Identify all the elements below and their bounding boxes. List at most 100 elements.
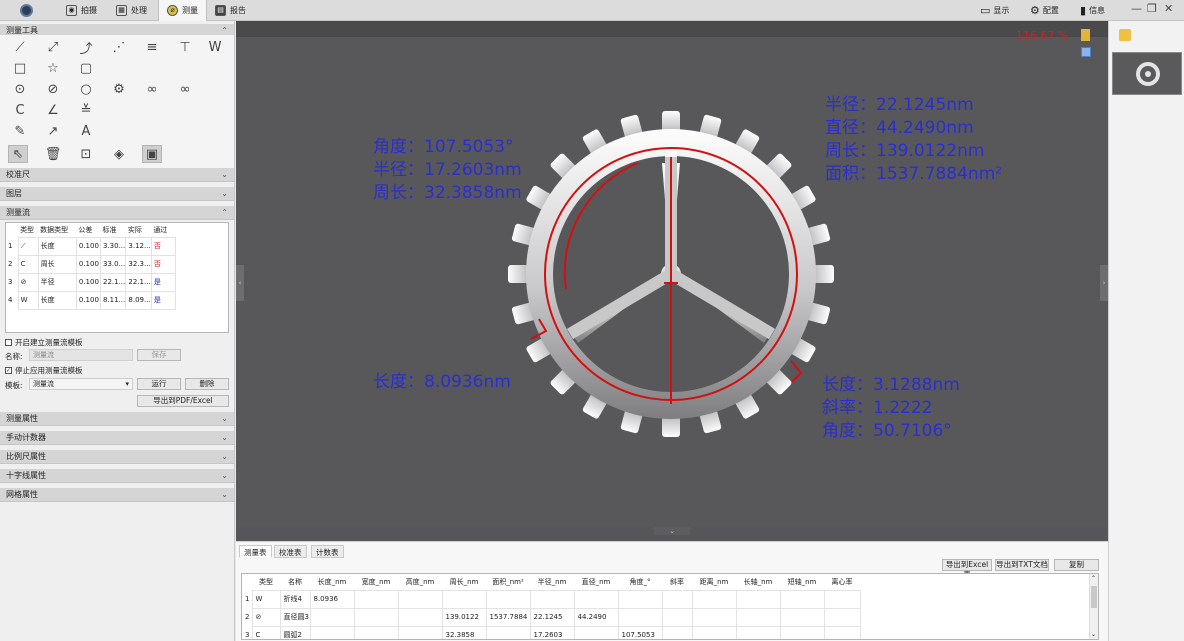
template-name-input[interactable]: 测量流: [29, 349, 133, 361]
collapse-bottom-handle[interactable]: ⌄: [654, 527, 690, 535]
column-header[interactable]: 斜率: [662, 574, 692, 590]
column-header[interactable]: 宽度_nm: [354, 574, 398, 590]
polygon-tool-icon[interactable]: ☆: [43, 59, 63, 77]
column-header[interactable]: 面积_nm²: [486, 574, 530, 590]
export-pdf-excel-button[interactable]: 导出到PDF/Excel: [137, 395, 229, 407]
close-button[interactable]: ✕: [1164, 2, 1173, 15]
pen-tool-icon[interactable]: ✎: [10, 122, 30, 140]
column-header[interactable]: 角度_°: [618, 574, 662, 590]
scroll-down-icon[interactable]: ⌄: [1091, 631, 1096, 638]
tab-count-table[interactable]: 计数表: [311, 545, 344, 558]
arc-tool-icon[interactable]: C: [10, 101, 30, 119]
export-excel-button[interactable]: 导出到Excel表: [942, 559, 992, 579]
flow-table-row[interactable]: 3 ⊘ 半径 0.100 22.1... 22.1... 是: [6, 272, 177, 292]
polyline-tool-icon[interactable]: ⋰: [109, 38, 129, 56]
column-header[interactable]: 名称: [280, 574, 310, 590]
annotation-circle-measure: 半径：22.1245nm 直径：44.2490nm 周长：139.0122nm …: [825, 95, 1003, 184]
restore-button[interactable]: ❐: [1147, 2, 1157, 15]
column-header[interactable]: 直径_nm: [574, 574, 618, 590]
measure-tools-grid: ⟋ ⤢ ⤴ ⋰ ≡ ⊤ W □ ☆ ▢ ⊙ ⊘ ○ ⚙ ∞ ∞ C ∠ ≚ ✎ …: [0, 35, 234, 168]
create-template-checkbox[interactable]: 开启建立测量流模板: [5, 337, 83, 348]
tab-measure-table[interactable]: 测量表: [239, 545, 272, 558]
table-row[interactable]: 3 C 圆弧2 32.3858 17.2603 107.5053: [242, 625, 861, 639]
section-measure-flow[interactable]: 测量流 ⌃: [0, 206, 234, 220]
curve-tool-icon[interactable]: ⤴: [76, 38, 96, 57]
arrow-tool-icon[interactable]: ↗: [43, 122, 63, 140]
zigzag-tool-icon[interactable]: W: [205, 38, 225, 56]
two-circle-tool-icon[interactable]: ∞: [142, 80, 162, 98]
table-row[interactable]: 1 W 折线4 8.0936: [242, 589, 861, 609]
diameter-circle-tool-icon[interactable]: ⊘: [43, 80, 63, 98]
folder-icon[interactable]: [1119, 29, 1131, 41]
column-header[interactable]: 类型: [252, 574, 280, 590]
snapshot-tool-icon[interactable]: ▣: [142, 145, 162, 163]
section-grid-props[interactable]: 网格属性 ⌄: [0, 488, 234, 502]
template-select[interactable]: 测量流 ▾: [29, 378, 133, 390]
table-cell: 44.2490: [573, 607, 619, 627]
perpendicular-tool-icon[interactable]: ⊤: [175, 38, 195, 56]
text-tool-icon[interactable]: A: [76, 122, 96, 140]
column-header[interactable]: 高度_nm: [398, 574, 442, 590]
collapse-left-handle[interactable]: ‹: [236, 265, 244, 301]
circle-tool-icon[interactable]: ○: [76, 80, 96, 98]
circle-distance-tool-icon[interactable]: ∞: [175, 80, 195, 98]
export-txt-button[interactable]: 导出到TXT文档: [995, 559, 1049, 571]
section-layers[interactable]: 图层 ⌄: [0, 187, 234, 201]
section-measure-props[interactable]: 测量属性 ⌄: [0, 412, 234, 426]
concentric-tool-icon[interactable]: ⚙: [109, 80, 129, 98]
parallel-lines-tool-icon[interactable]: ≡: [142, 38, 162, 56]
eraser-tool-icon[interactable]: ◈: [109, 145, 129, 163]
delete-tool-icon[interactable]: 🗑: [43, 145, 63, 163]
collapse-right-handle[interactable]: ›: [1100, 265, 1108, 301]
tab-calibration-table[interactable]: 校准表: [274, 545, 307, 558]
column-header[interactable]: 半径_nm: [530, 574, 574, 590]
delete-button[interactable]: 删除: [185, 378, 229, 390]
display-button[interactable]: ▭ 显示: [980, 0, 1009, 21]
config-button[interactable]: ⚙ 配置: [1030, 0, 1059, 21]
column-header[interactable]: 离心率: [824, 574, 860, 590]
table-cell: [779, 589, 825, 609]
minimize-button[interactable]: —: [1131, 2, 1142, 15]
circle-center-tool-icon[interactable]: ⊙: [10, 80, 30, 98]
scroll-thumb[interactable]: [1091, 586, 1097, 608]
delete-all-tool-icon[interactable]: ⊡: [76, 145, 96, 163]
flow-table-row[interactable]: 4 W 长度 0.100 8.11... 8.09... 是: [6, 290, 177, 310]
info-button[interactable]: ▮ 信息: [1080, 0, 1105, 21]
run-button[interactable]: 运行: [137, 378, 181, 390]
table-cell: [661, 625, 693, 639]
column-header[interactable]: 短轴_nm: [780, 574, 824, 590]
rounded-rect-tool-icon[interactable]: ▢: [76, 59, 96, 77]
column-header[interactable]: 周长_nm: [442, 574, 486, 590]
flow-table-row[interactable]: 2 C 周长 0.100 33.0... 32.3... 否: [6, 254, 177, 274]
section-calibration[interactable]: 校准尺 ⌄: [0, 168, 234, 182]
tab-report[interactable]: ▤ 报告: [207, 0, 254, 21]
line-tool-icon[interactable]: ⟋: [10, 38, 30, 56]
flow-table-row[interactable]: 1 ⟋ 长度 0.100 3.30... 3.12... 否: [6, 236, 177, 256]
arrow-line-tool-icon[interactable]: ⤢: [43, 38, 63, 56]
section-manual-counter[interactable]: 手动计数器 ⌄: [0, 431, 234, 445]
type-icon: ⊘: [251, 607, 281, 627]
section-scale-props[interactable]: 比例尺属性 ⌄: [0, 450, 234, 464]
image-thumbnail[interactable]: [1112, 52, 1182, 95]
rectangle-tool-icon[interactable]: □: [10, 59, 30, 77]
copy-button[interactable]: 复制: [1054, 559, 1099, 571]
image-viewer[interactable]: 116.67 % 角度：107.5053° 半径：17.2603nm 周长：32…: [236, 21, 1108, 527]
stop-apply-checkbox[interactable]: ✓ 停止应用测量流模板: [5, 365, 83, 376]
angle-tool-icon[interactable]: ∠: [43, 101, 63, 119]
vertical-scrollbar[interactable]: ⌃ ⌄: [1089, 574, 1098, 639]
save-button[interactable]: 保存: [137, 349, 181, 361]
type-icon: ⊘: [17, 272, 39, 292]
column-header[interactable]: 长轴_nm: [736, 574, 780, 590]
scroll-up-icon[interactable]: ⌃: [1091, 575, 1096, 582]
section-crosshair-props[interactable]: 十字线属性 ⌄: [0, 469, 234, 483]
column-header[interactable]: 长度_nm: [310, 574, 354, 590]
select-tool-icon[interactable]: ⇖: [8, 145, 28, 163]
tab-process[interactable]: ▦ 处理: [108, 0, 155, 21]
column-header[interactable]: 距离_nm: [692, 574, 736, 590]
tab-capture[interactable]: ◉ 拍摄: [58, 0, 105, 21]
slope-tool-icon[interactable]: ≚: [76, 101, 96, 119]
table-row[interactable]: 2 ⊘ 直径圆3 139.0122 1537.7884 22.1245 44.2490: [242, 607, 861, 627]
tab-measure[interactable]: ⌀ 测量: [158, 0, 207, 21]
top-toolbar: ◉ 拍摄 ▦ 处理 ⌀ 测量 ▤ 报告 ▭ 显示 ⚙ 配置 ▮ 信息 — ❐ ✕: [0, 0, 1184, 21]
measure-results-table: 类型 名称 长度_nm 宽度_nm 高度_nm 周长_nm 面积_nm² 半径_nm 直径_nm…: [241, 573, 1099, 640]
